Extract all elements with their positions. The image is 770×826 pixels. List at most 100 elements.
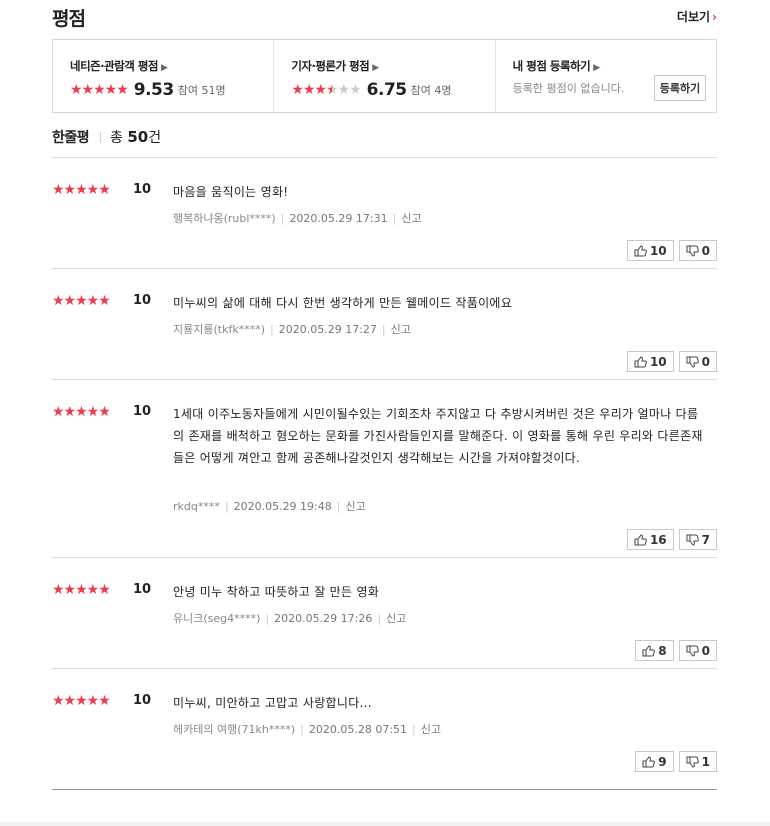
dislike-count: 1 — [701, 754, 710, 769]
report-link[interactable]: 신고 — [391, 323, 411, 336]
thumbs-up-icon — [634, 355, 647, 367]
review-user: 지룡지룡(tkfk****) — [173, 323, 265, 336]
review-date: 2020.05.29 19:48 — [233, 500, 332, 513]
like-button[interactable]: 10 — [626, 240, 674, 261]
review-score: 10 — [133, 293, 152, 308]
like-button[interactable]: 8 — [635, 640, 674, 661]
review-stars: ★★★★★ — [52, 293, 111, 309]
report-link[interactable]: 신고 — [386, 612, 406, 625]
triangle-right-icon: ▶ — [161, 63, 168, 73]
dislike-button[interactable]: 0 — [678, 351, 717, 372]
reviews-label: 한줄평 — [52, 130, 90, 146]
review-stars: ★★★★★ — [52, 182, 111, 198]
half-star-icon: ★ — [325, 82, 339, 98]
chevron-right-icon: › — [712, 10, 717, 24]
netizen-score: 9.53 — [133, 80, 174, 100]
review-text: 1세대 이주노동자들에게 시민이될수있는 기회조차 주지않고 다 추방시켜버린 … — [173, 407, 703, 465]
reviews-header: 한줄평 총 50건 — [52, 127, 717, 158]
register-rating-button[interactable]: 등록하기 — [653, 75, 706, 101]
section-title: 평점 — [52, 8, 86, 30]
review-score: 10 — [133, 693, 152, 708]
dislike-button[interactable]: 7 — [678, 529, 717, 550]
critic-rating: 기자·평론가 평점 ▶ ★★★★★★ 6.75 참여 4명 — [273, 40, 494, 112]
review-text: 미누씨의 삶에 대해 다시 한번 생각하게 만든 웰메이드 작품이에요 — [173, 296, 513, 310]
triangle-right-icon: ▶ — [372, 63, 379, 73]
review-user: 헤카테의 여행(71kh****) — [173, 723, 296, 736]
review-list: ★★★★★ 10 마음을 움직이는 영화! 행복하냐옹(rubl****) | 20… — [52, 158, 717, 779]
thumbs-up-icon — [634, 244, 647, 256]
critic-stars-off: ★★ — [337, 82, 362, 98]
review-score: 10 — [133, 582, 152, 597]
review-text: 마음을 움직이는 영화! — [173, 185, 289, 199]
dislike-count: 0 — [701, 243, 710, 258]
report-link[interactable]: 신고 — [421, 723, 441, 736]
thumbs-up-icon — [642, 644, 656, 656]
thumbs-down-icon — [686, 645, 699, 657]
review-date: 2020.05.29 17:27 — [278, 323, 377, 336]
more-link[interactable]: 더보기 › — [677, 8, 717, 25]
like-count: 8 — [658, 643, 667, 658]
total-prefix: 총 — [110, 130, 128, 146]
dislike-count: 7 — [701, 532, 710, 547]
dislike-count: 0 — [701, 354, 710, 369]
review-date: 2020.05.28 07:51 — [308, 723, 408, 736]
critic-stars-full: ★★★ — [291, 82, 327, 98]
review-user: 행복하냐옹(rubl****) — [173, 212, 276, 225]
review-score: 10 — [133, 404, 152, 419]
report-link[interactable]: 신고 — [345, 500, 365, 513]
like-count: 10 — [649, 354, 667, 369]
critic-stars: ★★★★★★ — [291, 82, 362, 98]
dislike-button[interactable]: 0 — [678, 640, 717, 661]
review-text: 안녕 미누 착하고 따뜻하고 잘 만든 영화 — [173, 585, 380, 599]
thumbs-down-icon — [686, 756, 699, 768]
like-count: 9 — [658, 754, 667, 769]
thumbs-down-icon — [686, 245, 699, 257]
footer-bar — [0, 822, 770, 826]
review-stars: ★★★★★ — [52, 693, 111, 709]
review-meta: 지룡지룡(tkfk****) | 2020.05.29 17:27 | 신고 — [173, 323, 411, 336]
review-item: ★★★★★ 10 미누씨의 삶에 대해 다시 한번 생각하게 만든 웰메이드 작… — [52, 269, 717, 380]
section-header: 평점 더보기 › — [52, 0, 717, 38]
dislike-button[interactable]: 1 — [678, 751, 717, 772]
total-suffix: 건 — [148, 130, 162, 146]
thumbs-up-icon — [634, 533, 647, 545]
thumbs-down-icon — [686, 534, 699, 546]
my-rating-label: 내 평점 등록하기 — [512, 59, 591, 73]
netizen-rating-label: 네티즌·관람객 평점 — [70, 59, 159, 73]
dislike-button[interactable]: 0 — [678, 240, 717, 261]
like-count: 10 — [649, 243, 667, 258]
critic-participants: 참여 4명 — [410, 84, 452, 97]
like-button[interactable]: 10 — [626, 351, 674, 372]
dislike-count: 0 — [701, 643, 710, 658]
review-text: 미누씨, 미안하고 고맙고 사랑합니다... — [173, 696, 372, 710]
total-count: 50 — [127, 128, 149, 146]
like-count: 16 — [649, 532, 667, 547]
report-link[interactable]: 신고 — [401, 212, 421, 225]
review-date: 2020.05.29 17:26 — [274, 612, 373, 625]
review-stars: ★★★★★ — [52, 582, 111, 598]
review-user: 유니크(seg4****) — [173, 612, 261, 625]
review-item: ★★★★★ 10 미누씨, 미안하고 고맙고 사랑합니다... 헤카테의 여행(… — [52, 669, 717, 779]
my-rating-title[interactable]: 내 평점 등록하기 ▶ — [513, 58, 716, 74]
like-button[interactable]: 9 — [635, 751, 674, 772]
review-date: 2020.05.29 17:31 — [289, 212, 388, 225]
like-button[interactable]: 16 — [626, 529, 674, 550]
critic-rating-title[interactable]: 기자·평론가 평점 ▶ — [291, 58, 494, 74]
divider — [100, 132, 101, 143]
score-summary-box: 네티즌·관람객 평점 ▶ ★★★★★ 9.53 참여 51명 기자·평론가 평점 ▶… — [52, 39, 717, 113]
reviews-total: 총 50건 — [110, 127, 161, 147]
thumbs-down-icon — [686, 356, 699, 368]
critic-score: 6.75 — [366, 80, 407, 100]
thumbs-up-icon — [642, 755, 656, 767]
more-label: 더보기 — [676, 10, 711, 24]
review-meta: 행복하냐옹(rubl****) | 2020.05.29 17:31 | 신고 — [173, 212, 422, 225]
netizen-rating: 네티즌·관람객 평점 ▶ ★★★★★ 9.53 참여 51명 — [53, 40, 273, 112]
no-rating-message: 등록한 평점이 없습니다. — [512, 82, 625, 95]
rating-section: 평점 더보기 › 네티즌·관람객 평점 ▶ ★★★★★ 9.53 참여 51명 기자… — [52, 0, 717, 772]
review-stars: ★★★★★ — [52, 404, 111, 420]
review-item: ★★★★★ 10 1세대 이주노동자들에게 시민이될수있는 기회조차 주지않고 … — [52, 380, 717, 558]
review-item: ★★★★★ 10 안녕 미누 착하고 따뜻하고 잘 만든 영화 유니크(seg4… — [52, 558, 717, 669]
netizen-participants: 참여 51명 — [177, 84, 226, 97]
netizen-rating-title[interactable]: 네티즌·관람객 평점 ▶ — [70, 58, 273, 74]
netizen-stars: ★★★★★ — [70, 82, 129, 98]
